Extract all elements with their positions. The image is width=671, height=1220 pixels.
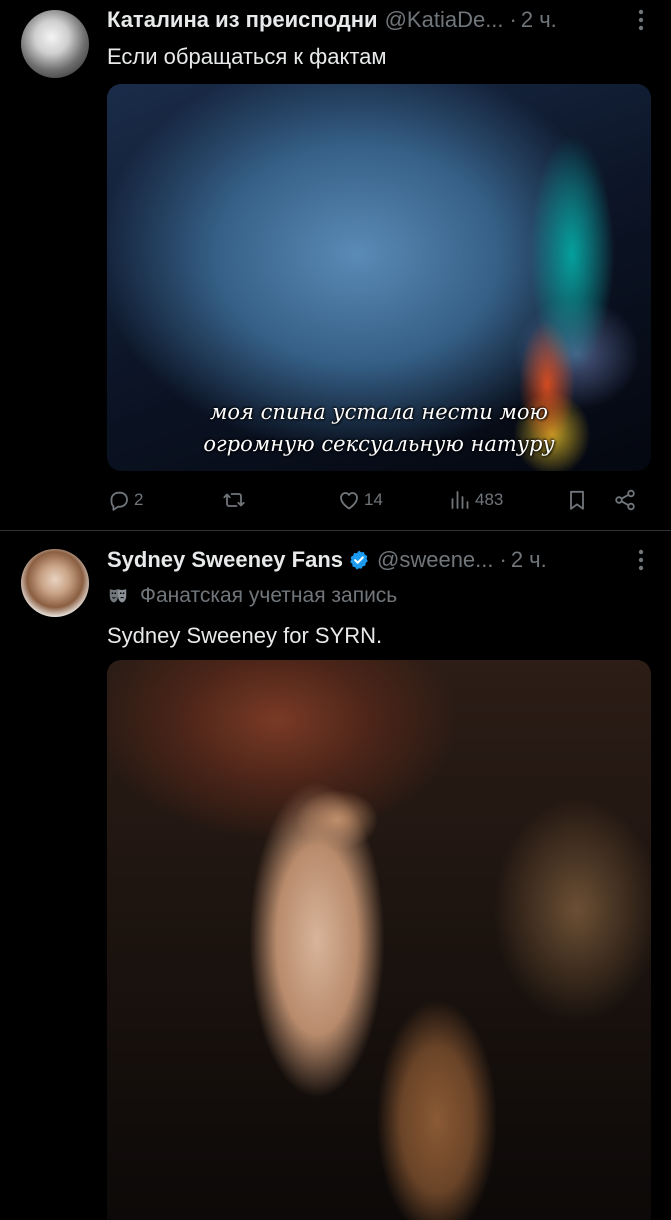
media-caption-line: огромную сексуальную натуру: [203, 432, 555, 456]
retweet-button[interactable]: [222, 485, 249, 515]
fan-account-text: Фанатская учетная запись: [140, 584, 398, 607]
tweet-header: Sydney Sweeney Fans @sweene... · 2 ч.: [107, 545, 651, 575]
fan-account-label: Фанатская учетная запись: [107, 581, 397, 611]
author-name[interactable]: Каталина из преисподни: [107, 7, 378, 33]
tweet-header: Каталина из преисподни @KatiaDe... · 2 ч…: [107, 5, 651, 35]
heart-icon: [340, 492, 358, 510]
views-bar-chart-icon: [451, 491, 469, 509]
verified-badge-icon: [350, 550, 368, 570]
more-vertical-icon[interactable]: [631, 7, 651, 33]
media-caption-line: моя спина устала нести мою: [209, 400, 549, 424]
tweet-text: Sydney Sweeney for SYRN.: [107, 623, 383, 648]
separator-dot: ·: [509, 7, 517, 32]
tweet-text: Если обращаться к фактам: [107, 44, 387, 69]
reply-button[interactable]: 2: [107, 485, 143, 515]
author-handle[interactable]: @sweene...: [377, 547, 494, 573]
reply-icon: [110, 491, 128, 511]
share-icon: [615, 489, 635, 511]
like-count: 14: [364, 490, 383, 509]
retweet-icon: [223, 493, 245, 507]
like-button[interactable]: 14: [337, 485, 383, 515]
avatar[interactable]: [21, 10, 89, 78]
views-count: 483: [475, 490, 504, 509]
reply-count: 2: [134, 490, 144, 509]
timestamp[interactable]: 2 ч.: [521, 7, 557, 33]
author-handle[interactable]: @KatiaDe...: [385, 7, 504, 33]
bookmark-button[interactable]: [565, 485, 589, 515]
share-button[interactable]: [613, 485, 637, 515]
tweet-item[interactable]: Каталина из преисподни @KatiaDe... · 2 ч…: [0, 0, 671, 530]
more-vertical-icon[interactable]: [631, 547, 651, 573]
tweet-item[interactable]: Sydney Sweeney Fans @sweene... · 2 ч. Фа…: [0, 531, 671, 1220]
bookmark-icon: [570, 490, 584, 510]
timestamp[interactable]: 2 ч.: [511, 547, 547, 573]
views-button[interactable]: 483: [448, 485, 503, 515]
separator-dot: ·: [499, 547, 507, 572]
tweet-media-image[interactable]: [107, 660, 651, 1220]
tweet-actions: 2 14 483: [107, 485, 643, 515]
media-caption: моя спина устала нести мою огромную секс…: [107, 396, 651, 460]
avatar[interactable]: [21, 549, 89, 617]
author-name[interactable]: Sydney Sweeney Fans: [107, 547, 343, 573]
theater-mask-icon: [109, 589, 127, 603]
tweet-media-image[interactable]: моя спина устала нести мою огромную секс…: [107, 84, 651, 471]
